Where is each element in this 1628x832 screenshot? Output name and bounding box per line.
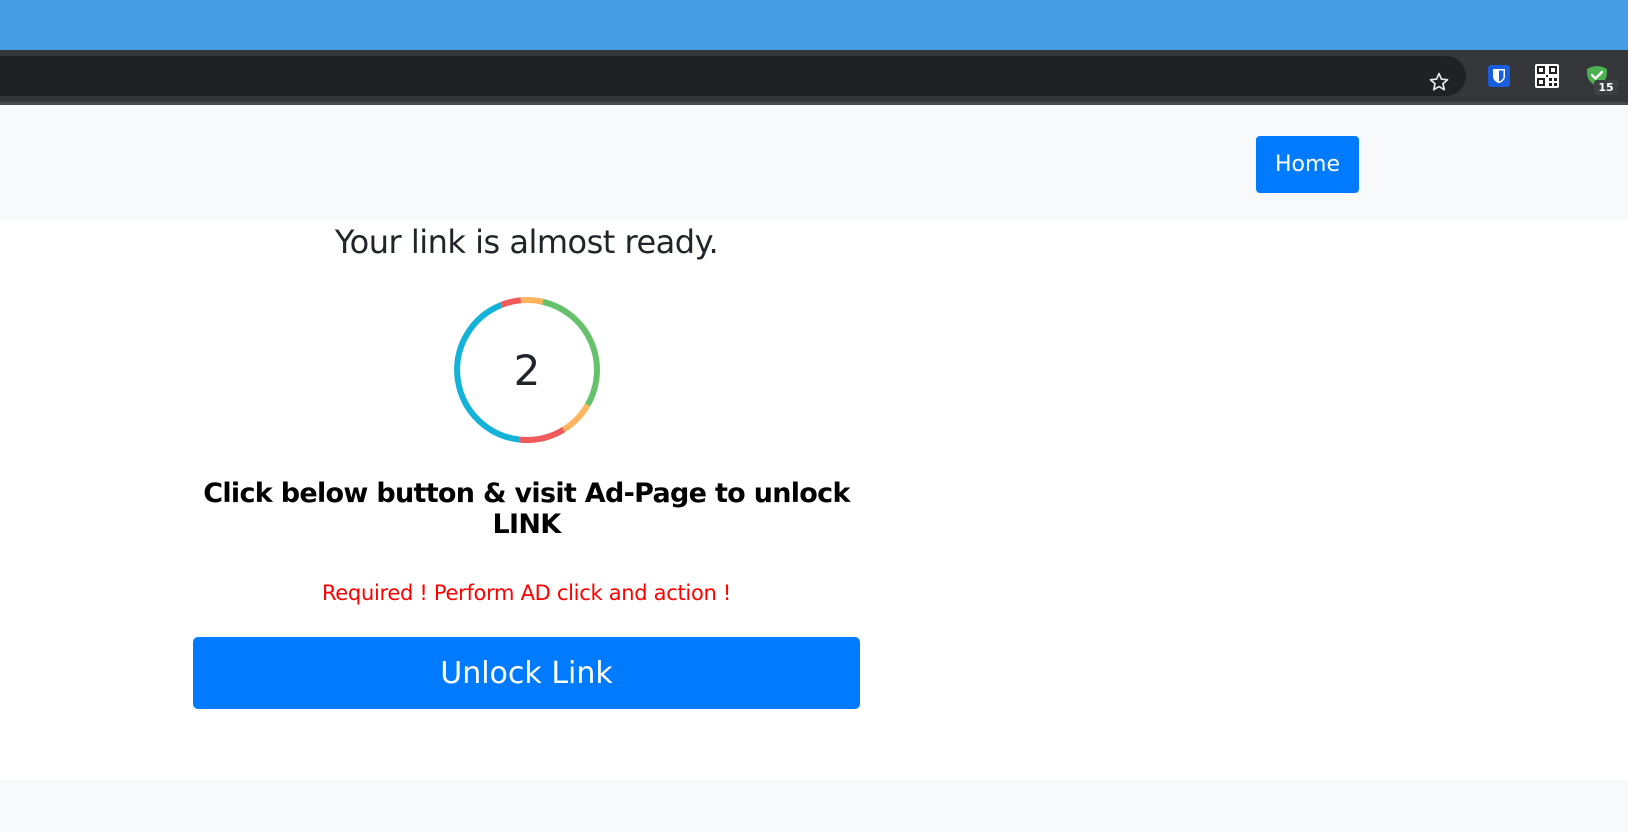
qr-code-icon[interactable] [1534,63,1560,89]
bitwarden-shield-icon[interactable] [1486,63,1512,89]
instruction-text: Click below button & visit Ad-Page to un… [203,478,850,540]
main-content: Your link is almost ready. 2 Click below… [0,221,1628,780]
window-titlebar [0,0,1628,50]
browser-toolbar [0,50,1628,102]
countdown-number: 2 [513,345,541,395]
site-footer [0,780,1628,832]
home-button[interactable]: Home [1256,136,1359,193]
bookmark-star-icon[interactable] [1426,69,1452,95]
ad-warning-text: Required ! Perform AD click and action ! [321,581,732,605]
site-navbar: Home [0,105,1628,221]
address-bar[interactable] [0,56,1466,96]
page-title: Your link is almost ready. [334,223,719,261]
extension-badge: 15 [1594,80,1618,95]
countdown-timer: 2 [449,292,605,448]
unlock-link-button[interactable]: Unlock Link [193,637,860,709]
